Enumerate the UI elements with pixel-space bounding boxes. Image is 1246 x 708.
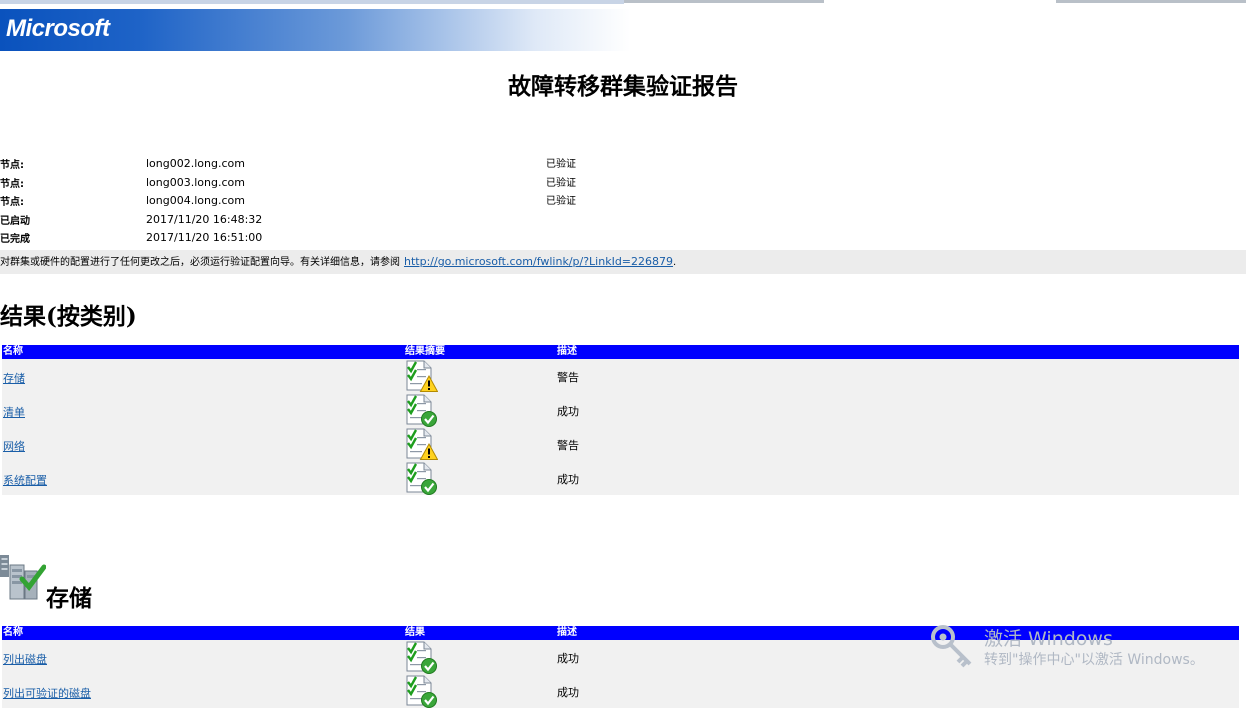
result-description: 成功 (557, 473, 579, 486)
info-value: long004.long.com (146, 194, 245, 207)
warning-result-icon (405, 428, 438, 460)
info-status: 已验证 (546, 159, 576, 170)
success-result-icon (405, 462, 438, 495)
info-label: 已完成 (0, 234, 30, 245)
table-row: 存储 警告 (2, 359, 1239, 393)
info-value: long002.long.com (146, 157, 245, 170)
info-label: 节点: (0, 178, 24, 190)
category-link-network[interactable]: 网络 (3, 438, 25, 454)
category-link-storage[interactable]: 存储 (3, 370, 25, 386)
success-result-icon (405, 641, 438, 674)
success-result-icon (405, 394, 438, 427)
table-row: 列出可验证的磁盘 成功 (2, 674, 1239, 708)
fwlink-link[interactable]: http://go.microsoft.com/fwlink/p/?LinkId… (404, 255, 673, 268)
table-row: 清单 成功 (2, 393, 1239, 427)
microsoft-banner: Microsoft (0, 9, 630, 51)
result-description: 成功 (557, 405, 579, 418)
info-row: 已完成 2017/11/20 16:51:00 (0, 229, 900, 248)
notice-suffix: . (673, 257, 677, 268)
notice-text: 对群集或硬件的配置进行了任何更改之后，必须运行验证配置向导。有关详细信息，请参阅 (0, 257, 400, 268)
test-link-list-disks[interactable]: 列出磁盘 (3, 651, 47, 667)
result-description: 成功 (557, 652, 579, 665)
column-name-header: 名称 (3, 627, 23, 638)
activation-watermark: 激活 Windows 转到"操作中心"以激活 Windows。 (930, 622, 1246, 672)
microsoft-logo: Microsoft (6, 15, 110, 42)
info-value: long003.long.com (146, 175, 245, 189)
category-link-inventory[interactable]: 清单 (3, 404, 25, 420)
column-result-header: 结果 (405, 627, 425, 638)
column-summary-header: 结果摘要 (405, 346, 445, 357)
table-header: 名称 结果摘要 描述 (2, 345, 1239, 359)
result-description: 警告 (557, 371, 579, 384)
info-label: 节点: (0, 160, 24, 171)
table-row: 系统配置 成功 (2, 461, 1239, 495)
column-description-header: 描述 (557, 346, 577, 357)
success-result-icon (405, 675, 438, 708)
results-table: 名称 结果摘要 描述 存储 警告 清单 成功 网络 警告 系统配置 成功 (2, 345, 1239, 495)
storage-heading: 存储 (46, 585, 92, 612)
results-heading: 结果(按类别) (0, 303, 137, 330)
storage-section-icon (0, 555, 46, 600)
result-description: 警告 (557, 439, 579, 452)
column-name-header: 名称 (3, 346, 23, 357)
info-label: 节点: (0, 197, 24, 208)
page-title: 故障转移群集验证报告 (508, 73, 738, 100)
warning-result-icon (405, 360, 438, 392)
report-info: 节点: long002.long.com 已验证 节点: long003.lon… (0, 155, 900, 248)
test-link-list-validatable-disks[interactable]: 列出可验证的磁盘 (3, 685, 91, 701)
info-row: 已启动 2017/11/20 16:48:32 (0, 211, 900, 230)
info-value: 2017/11/20 16:51:00 (146, 231, 263, 244)
info-status: 已验证 (546, 177, 576, 189)
info-row: 节点: long002.long.com 已验证 (0, 155, 900, 174)
notice-bar: 对群集或硬件的配置进行了任何更改之后，必须运行验证配置向导。有关详细信息，请参阅… (0, 250, 1246, 274)
info-value: 2017/11/20 16:48:32 (146, 212, 263, 226)
info-row: 节点: long003.long.com 已验证 (0, 174, 900, 193)
table-body: 存储 警告 清单 成功 网络 警告 系统配置 成功 (2, 359, 1239, 495)
watermark-title: 激活 Windows (984, 628, 1113, 650)
key-icon (931, 625, 972, 668)
top-browser-strip (0, 0, 1246, 8)
result-description: 成功 (557, 686, 579, 699)
category-link-system-config[interactable]: 系统配置 (3, 472, 47, 488)
info-status: 已验证 (546, 196, 576, 207)
info-label: 已启动 (0, 215, 30, 227)
watermark-subtitle: 转到"操作中心"以激活 Windows。 (984, 652, 1204, 668)
table-row: 网络 警告 (2, 427, 1239, 461)
info-row: 节点: long004.long.com 已验证 (0, 192, 900, 211)
column-description-header: 描述 (557, 627, 577, 638)
